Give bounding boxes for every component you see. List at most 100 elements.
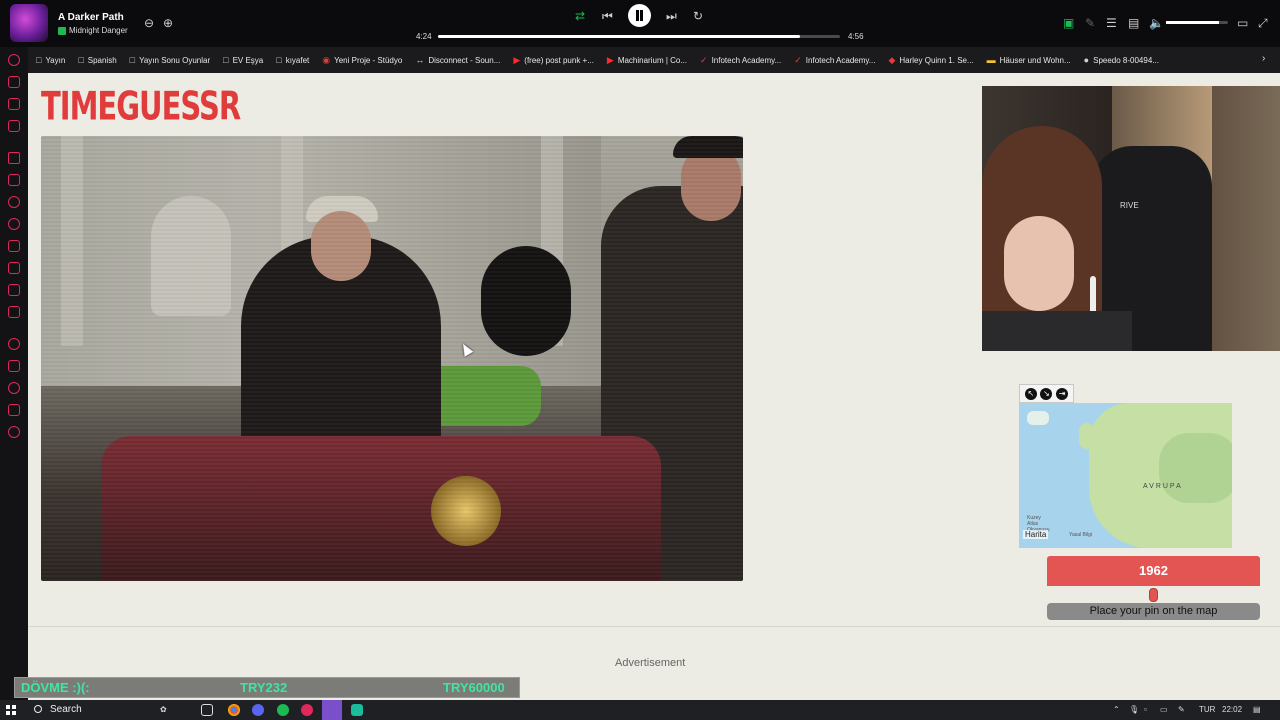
youtube-icon: ▶ bbox=[513, 54, 521, 65]
sidebar-history-icon[interactable] bbox=[8, 382, 20, 394]
microphone-icon[interactable]: 🎙 bbox=[1129, 704, 1139, 716]
chrome-icon[interactable] bbox=[228, 704, 240, 716]
next-icon[interactable]: ⏭ bbox=[666, 10, 677, 22]
music-player-bar: A Darker Path Midnight Danger ⊖ ⊕ ⇄ ⏮ ⏭ … bbox=[0, 0, 1280, 47]
bookmark-item[interactable]: □ Yayın bbox=[36, 55, 65, 65]
artist-name[interactable]: Midnight Danger bbox=[69, 26, 128, 35]
bookmark-item[interactable]: ● Speedo 8-00494... bbox=[1084, 55, 1159, 65]
album-art[interactable] bbox=[10, 4, 48, 42]
taskbar-search[interactable]: Search bbox=[26, 702, 196, 718]
map-legal-link[interactable]: Yasal Bilgi bbox=[1069, 532, 1092, 538]
advertisement-label: Advertisement bbox=[615, 657, 686, 669]
map-expand-icon[interactable]: ↖ bbox=[1024, 387, 1037, 400]
sidebar-x-icon[interactable] bbox=[8, 262, 20, 274]
playback-progress-bar[interactable] bbox=[438, 35, 840, 38]
shuffle-icon[interactable]: ⇄ bbox=[575, 10, 585, 22]
lyrics-icon[interactable]: ✎ bbox=[1085, 17, 1095, 29]
track-title[interactable]: A Darker Path bbox=[58, 12, 124, 23]
bookmark-item[interactable]: ✓ Infotech Academy... bbox=[700, 55, 781, 66]
volume-slider[interactable] bbox=[1166, 21, 1228, 24]
pen-icon[interactable]: ✎ bbox=[1178, 704, 1185, 716]
connect-device-icon[interactable]: ▤ bbox=[1128, 17, 1139, 29]
timeguessr-logo[interactable]: TIMEGUESSR bbox=[41, 83, 241, 129]
bookmark-item[interactable]: □ Spanish bbox=[78, 55, 116, 65]
place-pin-button[interactable]: Place your pin on the map bbox=[1047, 603, 1260, 620]
youtube-icon: ▶ bbox=[606, 54, 614, 65]
sidebar-instagram-icon[interactable] bbox=[8, 240, 20, 252]
sidebar-app-icon[interactable] bbox=[8, 338, 20, 350]
bookmark-label: Häuser und Wohn... bbox=[999, 55, 1071, 65]
sidebar-app-icon[interactable] bbox=[8, 360, 20, 372]
screen: A Darker Path Midnight Danger ⊖ ⊕ ⇄ ⏮ ⏭ … bbox=[0, 0, 1280, 720]
task-view-icon[interactable] bbox=[201, 704, 213, 716]
previous-icon[interactable]: ⏮ bbox=[602, 10, 613, 22]
pause-button[interactable] bbox=[628, 4, 651, 27]
volume-icon[interactable]: 🔈 bbox=[1149, 17, 1164, 29]
language-indicator[interactable]: TUR bbox=[1199, 704, 1215, 716]
spotify-icon[interactable] bbox=[277, 704, 289, 716]
remove-circle-icon[interactable]: ⊖ bbox=[144, 17, 154, 29]
sidebar-app-icon[interactable] bbox=[8, 98, 20, 110]
donation-amount: TRY232 bbox=[240, 680, 288, 695]
sidebar-discord-icon[interactable] bbox=[8, 284, 20, 296]
bookmark-label: Yayın bbox=[45, 55, 66, 65]
section-divider bbox=[28, 626, 1280, 627]
bookmarks-more-icon[interactable]: › bbox=[1262, 53, 1265, 64]
red-circle-icon: ◉ bbox=[322, 54, 331, 65]
bookmark-item[interactable]: ▶ Machinarium | Co... bbox=[607, 55, 687, 66]
repeat-icon[interactable]: ↻ bbox=[693, 10, 703, 22]
sidebar-mail-icon[interactable] bbox=[8, 120, 20, 132]
sidebar-messenger-icon[interactable] bbox=[8, 196, 20, 208]
app-icon[interactable] bbox=[351, 704, 363, 716]
track-artist[interactable]: Midnight Danger bbox=[58, 26, 128, 35]
red-check-icon: ✓ bbox=[794, 54, 802, 65]
sidebar-app-icon[interactable] bbox=[8, 174, 20, 186]
tray-expand-icon[interactable]: ⌃ bbox=[1113, 704, 1120, 716]
sidebar-app-icon[interactable] bbox=[8, 152, 20, 164]
opera-icon[interactable] bbox=[301, 704, 313, 716]
sidebar-app-icon[interactable] bbox=[8, 76, 20, 88]
widget-icon[interactable]: ✿ bbox=[160, 704, 167, 716]
bookmark-item[interactable]: ▬ Häuser und Wohn... bbox=[987, 55, 1071, 65]
sidebar-whatsapp-icon[interactable] bbox=[8, 218, 20, 230]
bookmark-item[interactable]: ◆ Harley Quinn 1. Se... bbox=[888, 55, 973, 66]
windows-start-icon[interactable] bbox=[6, 705, 16, 715]
webcam-streamer-face bbox=[1004, 216, 1074, 311]
discord-icon[interactable] bbox=[252, 704, 264, 716]
folder-icon: □ bbox=[78, 55, 84, 65]
playback-progress-fill bbox=[438, 35, 801, 38]
guess-map[interactable]: AVRUPA Kuzey Atlas Okyanusu Harita Yasal… bbox=[1019, 403, 1232, 548]
clock[interactable]: 22:02 bbox=[1222, 704, 1242, 716]
yellow-app-icon: ▬ bbox=[986, 55, 996, 65]
bookmark-item[interactable]: ↔ Disconnect - Soun... bbox=[415, 55, 500, 65]
obs-active-icon[interactable] bbox=[322, 700, 342, 720]
map-shrink-icon[interactable]: ↘ bbox=[1040, 387, 1053, 400]
bookmark-item[interactable]: ▶ (free) post punk +... bbox=[513, 55, 594, 66]
bookmark-item[interactable]: □ Yayın Sonu Oyunlar bbox=[130, 55, 210, 65]
map-pin-icon[interactable]: ⇥ bbox=[1056, 387, 1069, 400]
now-playing-view-icon[interactable]: ▣ bbox=[1063, 17, 1074, 29]
miniplayer-icon[interactable]: ▭ bbox=[1237, 17, 1248, 29]
bookmark-item[interactable]: ◉ Yeni Proje - Stüdyo bbox=[322, 55, 402, 66]
tray-app-icon[interactable]: ▭ bbox=[1160, 704, 1168, 716]
tray-app-icon[interactable]: ▫ bbox=[1144, 704, 1147, 716]
queue-icon[interactable]: ☰ bbox=[1106, 17, 1117, 29]
map-britain bbox=[1079, 423, 1095, 449]
sidebar-settings-icon[interactable] bbox=[8, 426, 20, 438]
sidebar-app-icon[interactable] bbox=[8, 306, 20, 318]
webcam-overlay: RIVE bbox=[982, 86, 1280, 351]
bookmark-label: Disconnect - Soun... bbox=[428, 55, 501, 65]
bookmark-item[interactable]: □ kıyafet bbox=[276, 55, 309, 65]
bookmark-label: Speedo 8-00494... bbox=[1093, 55, 1159, 65]
bookmark-label: Yayın Sonu Oyunlar bbox=[139, 55, 211, 65]
bookmark-item[interactable]: □ EV Eşya bbox=[223, 55, 263, 65]
add-circle-icon[interactable]: ⊕ bbox=[163, 17, 173, 29]
year-slider[interactable] bbox=[1047, 586, 1260, 602]
sidebar-refresh-icon[interactable] bbox=[8, 54, 20, 66]
fullscreen-icon[interactable]: ⤢ bbox=[1258, 17, 1268, 29]
sidebar-app-icon[interactable] bbox=[8, 404, 20, 416]
bookmark-item[interactable]: ✓ Infotech Academy... bbox=[794, 55, 875, 66]
year-slider-knob[interactable] bbox=[1148, 588, 1158, 602]
bookmark-label: Yeni Proje - Stüdyo bbox=[334, 55, 403, 65]
notification-icon[interactable]: ▤ bbox=[1253, 704, 1261, 716]
